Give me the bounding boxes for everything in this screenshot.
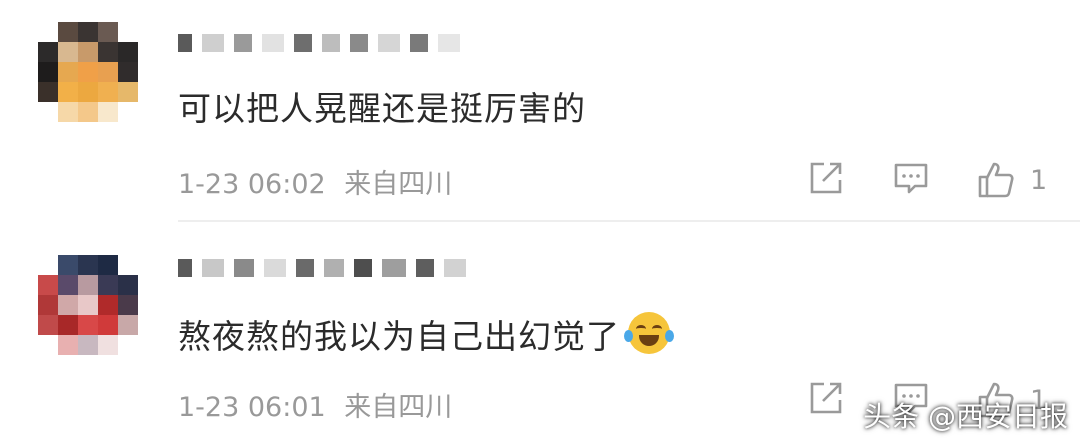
comment-time: 1-23 06:02	[178, 169, 326, 200]
comment-text-content: 熬夜熬的我以为自己出幻觉了	[178, 317, 620, 356]
share-icon	[810, 162, 842, 194]
comment-icon	[894, 163, 928, 194]
comment-text: 可以把人晃醒还是挺厉害的	[178, 89, 586, 128]
reply-button[interactable]	[893, 160, 929, 196]
avatar[interactable]	[38, 255, 138, 355]
like-count: 1	[1030, 164, 1048, 196]
like-button[interactable]: 1	[976, 160, 1047, 200]
comment-time: 1-23 06:01	[178, 392, 326, 423]
comment-text: 熬夜熬的我以为自己出幻觉了	[178, 310, 674, 358]
thumbs-up-icon	[978, 162, 1014, 198]
share-button[interactable]	[808, 160, 844, 196]
watermark: 头条 @西安日报	[863, 400, 1068, 433]
comment-item: 可以把人晃醒还是挺厉害的 1-23 06:02 来自四川 1	[0, 0, 1080, 222]
comment-location: 来自四川	[344, 392, 453, 423]
comment-location: 来自四川	[344, 169, 453, 200]
laughing-crying-emoji-icon	[624, 312, 674, 354]
username-blurred[interactable]	[178, 257, 466, 279]
share-button[interactable]	[808, 380, 844, 416]
username-blurred[interactable]	[178, 32, 460, 54]
comment-meta: 1-23 06:02 来自四川	[178, 162, 452, 201]
avatar[interactable]	[38, 22, 138, 122]
comment-meta: 1-23 06:01 来自四川	[178, 385, 452, 424]
share-icon	[810, 382, 842, 414]
